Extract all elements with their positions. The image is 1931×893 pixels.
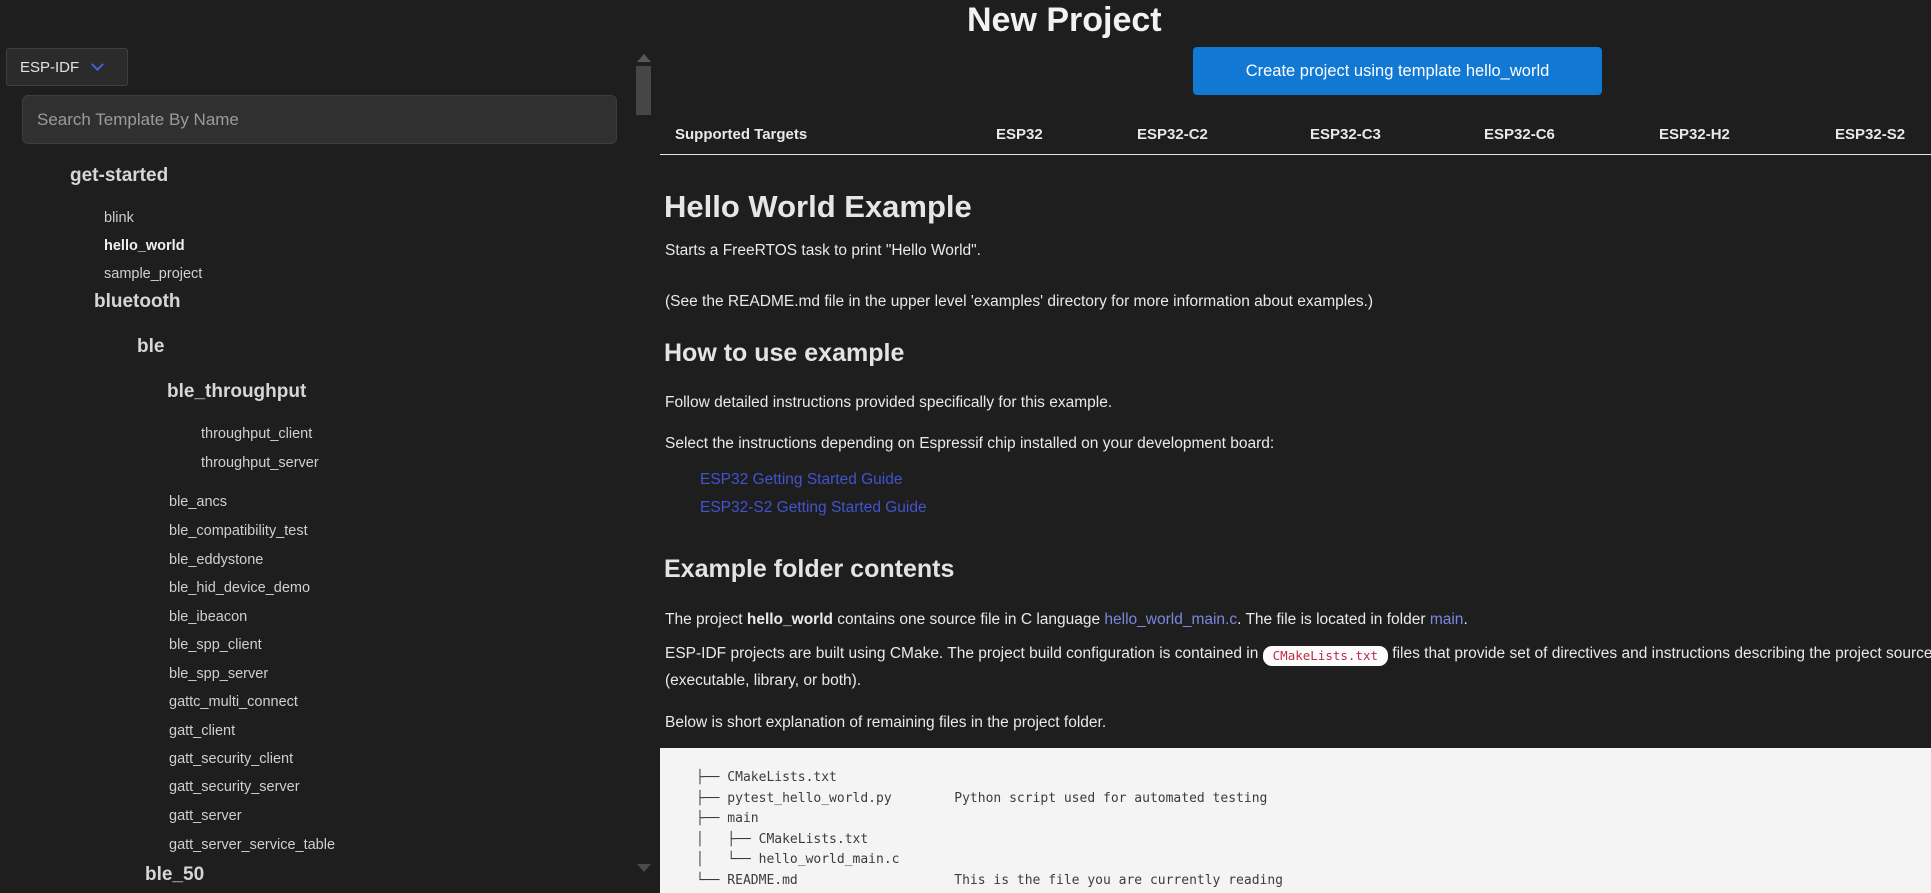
scroll-down-icon[interactable]: [637, 864, 651, 872]
tree-item[interactable]: ble_throughput: [167, 380, 306, 404]
target-label: Supported Targets: [675, 126, 807, 143]
sidebar-scrollbar-thumb[interactable]: [636, 66, 651, 115]
target-label: ESP32-C3: [1310, 126, 1381, 143]
main-folder-link[interactable]: main: [1430, 611, 1464, 628]
readme-paragraph: Below is short explanation of remaining …: [665, 714, 1106, 732]
readme-paragraph: (See the README.md file in the upper lev…: [665, 293, 1373, 311]
readme-title: Hello World Example: [664, 189, 972, 225]
readme-paragraph: (executable, library, or both).: [665, 672, 861, 690]
text-run: ESP-IDF projects are built using CMake. …: [665, 645, 1263, 662]
code-line: │ ├── CMakeLists.txt: [696, 830, 1931, 851]
readme-paragraph: Select the instructions depending on Esp…: [665, 435, 1274, 453]
tree-item[interactable]: gatt_security_server: [169, 775, 300, 799]
scroll-up-icon[interactable]: [637, 54, 651, 62]
tree-item[interactable]: throughput_server: [201, 451, 319, 475]
tree-item[interactable]: gatt_server_service_table: [169, 833, 335, 857]
target-label: ESP32-S2: [1835, 126, 1905, 143]
section-heading-how-to-use: How to use example: [664, 339, 904, 368]
code-line: ├── main: [696, 809, 1931, 830]
template-sidebar: ESP-IDF get-startedblinkhello_worldsampl…: [0, 0, 656, 893]
readme-paragraph: Follow detailed instructions provided sp…: [665, 394, 1112, 412]
text-run: The project: [665, 611, 747, 628]
section-heading-folder-contents: Example folder contents: [664, 555, 954, 584]
tree-item[interactable]: ble_50: [145, 863, 204, 887]
tree-item[interactable]: gatt_client: [169, 719, 235, 743]
tree-item[interactable]: bluetooth: [94, 290, 181, 314]
tree-item[interactable]: ble_hid_device_demo: [169, 576, 310, 600]
tree-item[interactable]: ble_eddystone: [169, 548, 263, 572]
tree-item[interactable]: get-started: [70, 164, 168, 188]
readme-paragraph: The project hello_world contains one sou…: [665, 611, 1468, 629]
readme-paragraph: Starts a FreeRTOS task to print "Hello W…: [665, 242, 981, 260]
target-label: ESP32-H2: [1659, 126, 1730, 143]
targets-divider: [660, 154, 1931, 155]
readme-paragraph: ESP-IDF projects are built using CMake. …: [665, 645, 1931, 666]
target-label: ESP32: [996, 126, 1043, 143]
esp32-s2-guide-link[interactable]: ESP32-S2 Getting Started Guide: [700, 499, 927, 517]
hello-world-main-link[interactable]: hello_world_main.c: [1104, 611, 1237, 628]
text-run: .: [1463, 611, 1467, 628]
tree-item[interactable]: gatt_server: [169, 804, 242, 828]
esp32-guide-link[interactable]: ESP32 Getting Started Guide: [700, 471, 902, 489]
tree-item[interactable]: ble_ibeacon: [169, 605, 247, 629]
text-run: files that provide set of directives and…: [1388, 645, 1931, 662]
text-run: contains one source file in C language: [833, 611, 1104, 628]
tree-item[interactable]: throughput_client: [201, 422, 312, 446]
tree-item[interactable]: sample_project: [104, 262, 202, 286]
text-run: . The file is located in folder: [1237, 611, 1430, 628]
create-project-button[interactable]: Create project using template hello_worl…: [1193, 47, 1602, 95]
folder-tree-codeblock: ├── CMakeLists.txt├── pytest_hello_world…: [660, 748, 1931, 893]
tree-item[interactable]: ble_ancs: [169, 490, 227, 514]
code-line: │ └── hello_world_main.c: [696, 850, 1931, 871]
bold-text: hello_world: [747, 611, 833, 628]
code-line: └── README.md This is the file you are c…: [696, 871, 1931, 892]
target-label: ESP32-C6: [1484, 126, 1555, 143]
tree-item[interactable]: ble_spp_client: [169, 633, 262, 657]
tree-item[interactable]: ble_spp_server: [169, 662, 268, 686]
template-tree: get-started blink hello_world sample_projec…: [0, 0, 630, 893]
tree-item[interactable]: gattc_multi_connect: [169, 690, 298, 714]
code-line: ├── CMakeLists.txt: [696, 768, 1931, 789]
code-line: ├── pytest_hello_world.py Python script …: [696, 789, 1931, 810]
tree-item[interactable]: ble: [137, 335, 164, 359]
tree-item[interactable]: gatt_security_client: [169, 747, 293, 771]
inline-code-cmakelists: CMakeLists.txt: [1263, 646, 1388, 666]
target-label: ESP32-C2: [1137, 126, 1208, 143]
tree-item[interactable]: ble_compatibility_test: [169, 519, 308, 543]
tree-item[interactable]: hello_world: [104, 234, 185, 258]
page-title: New Project: [967, 1, 1162, 40]
tree-item[interactable]: blink: [104, 206, 134, 230]
